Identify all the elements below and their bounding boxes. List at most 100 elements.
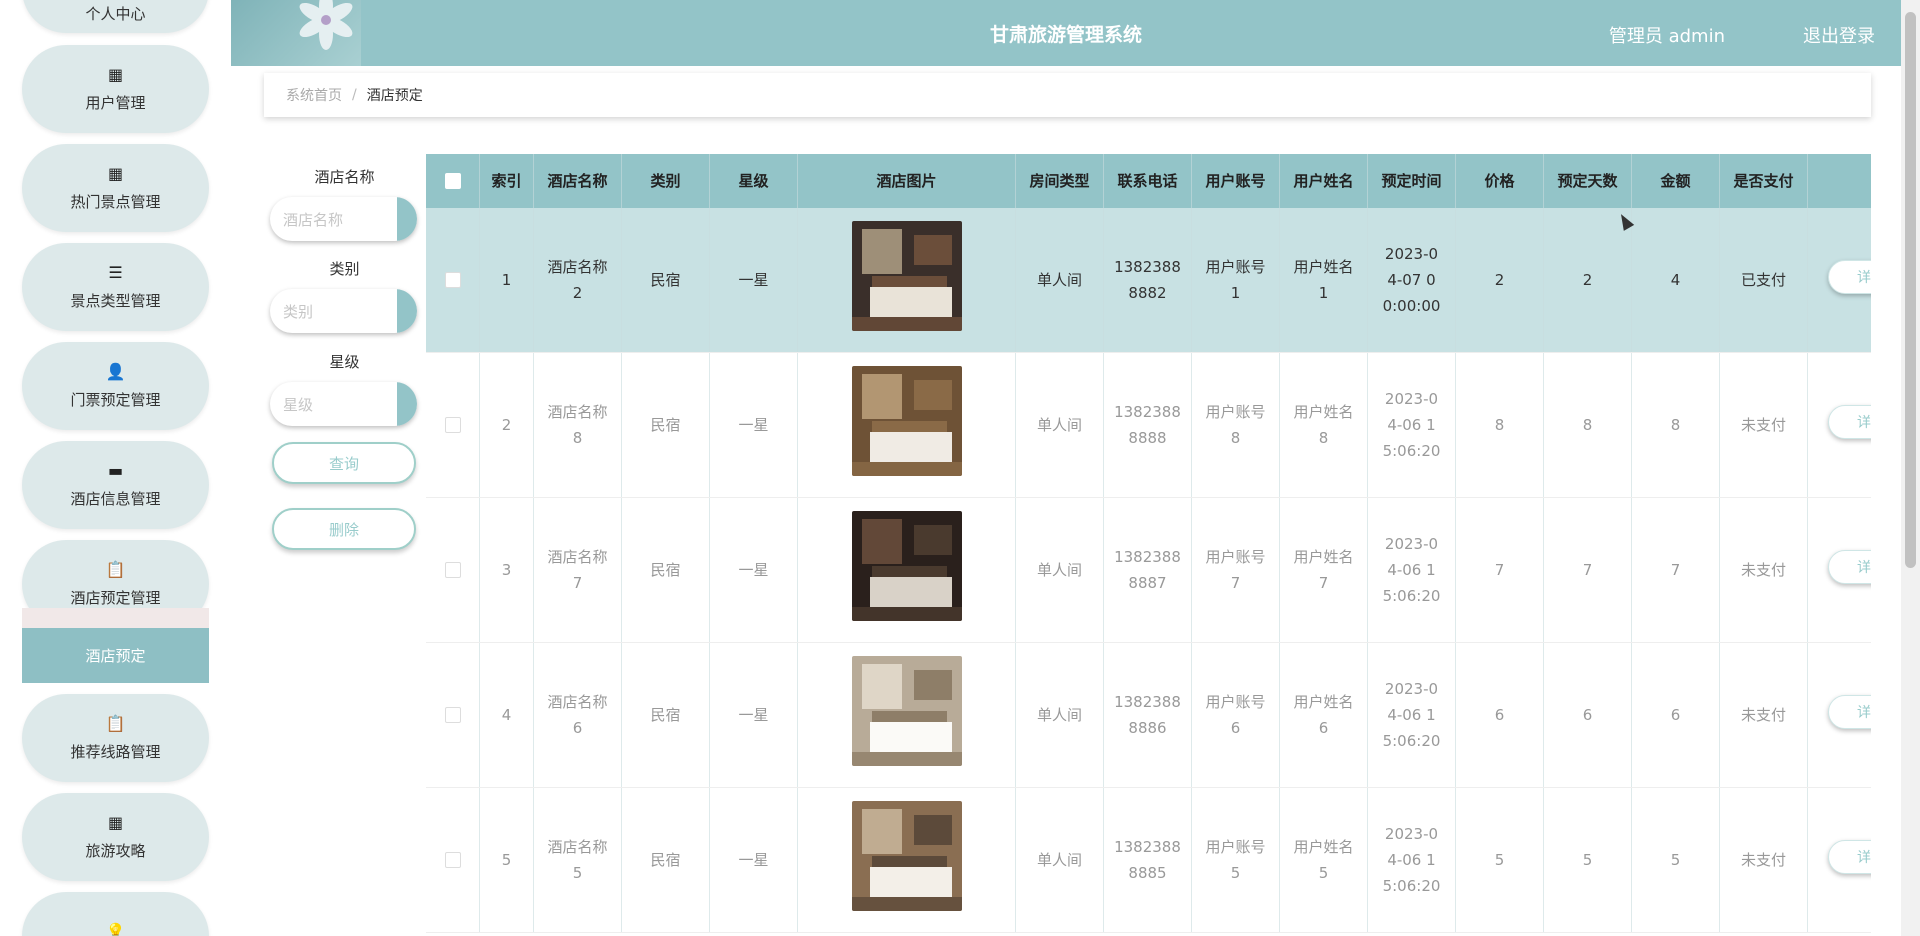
sidebar-subitem-hotel-booking[interactable]: 酒店预定 <box>22 628 209 683</box>
cell-type: 民宿 <box>622 208 710 352</box>
table-row[interactable]: 5 酒店名称5 民宿 一星 单人间 13823888885 用户账号5 用户姓名5 2023-… <box>426 788 1871 933</box>
row-checkbox[interactable] <box>444 562 461 578</box>
cell-index: 4 <box>480 643 534 787</box>
cell-star: 一星 <box>710 498 798 642</box>
hotel-photo[interactable] <box>851 366 962 484</box>
cell-type: 民宿 <box>622 643 710 787</box>
delete-button[interactable]: 删除 <box>272 508 416 550</box>
cell-type-text: 民宿 <box>650 561 681 579</box>
cell-hotel-text: 酒店名称7 <box>547 548 608 592</box>
cell-price: 2 <box>1456 208 1544 352</box>
input-accent-cap <box>397 197 417 241</box>
cell-star-text: 一星 <box>738 416 769 434</box>
sidebar-item[interactable]: ▦ 用户管理 <box>22 45 209 133</box>
column-header-actions <box>1808 154 1871 208</box>
table-row[interactable]: 1 酒店名称2 民宿 一星 单人间 13823888882 用户账号1 用户姓名1 2023-… <box>426 208 1871 353</box>
cell-account-text: 用户账号7 <box>1205 548 1266 592</box>
breadcrumb-current: 酒店预定 <box>366 88 423 104</box>
sidebar-item[interactable]: ▬ 酒店信息管理 <box>22 441 209 529</box>
cell-name: 用户姓名7 <box>1280 498 1368 642</box>
cell-star-text: 一星 <box>738 851 769 869</box>
hotel-photo[interactable] <box>851 221 962 339</box>
sidebar-item[interactable]: 👤 门票预定管理 <box>22 342 209 430</box>
hotel-photo[interactable] <box>851 801 962 919</box>
clipboard-x-icon: 📋 <box>105 559 126 579</box>
cell-days: 8 <box>1544 353 1632 497</box>
select-all-checkbox[interactable] <box>444 173 461 189</box>
cell-type-text: 民宿 <box>650 271 681 289</box>
cell-paid-text: 未支付 <box>1740 416 1786 434</box>
cell-star: 一星 <box>710 353 798 497</box>
row-checkbox[interactable] <box>444 272 461 288</box>
cell-index: 1 <box>480 208 534 352</box>
cell-paid: 未支付 <box>1720 643 1808 787</box>
row-checkbox[interactable] <box>444 852 461 868</box>
row-checkbox[interactable] <box>444 417 461 433</box>
logout-link[interactable]: 退出登录 <box>1803 22 1875 48</box>
cell-type: 民宿 <box>622 353 710 497</box>
detail-button[interactable]: 详 <box>1828 695 1871 729</box>
sidebar-item-profile[interactable]: 个人中心 <box>22 0 209 33</box>
detail-button[interactable]: 详 <box>1828 405 1871 439</box>
cell-amount: 7 <box>1632 498 1720 642</box>
column-header: 星级 <box>710 154 798 208</box>
row-select-cell <box>426 208 480 352</box>
hotel-photo[interactable] <box>851 511 962 629</box>
cell-index-text: 4 <box>501 706 512 724</box>
star-input-wrap <box>270 382 417 426</box>
grid-icon: ▦ <box>107 812 124 832</box>
detail-button[interactable]: 详 <box>1828 840 1871 874</box>
cell-index-text: 2 <box>501 416 512 434</box>
top-header: 甘肃旅游管理系统 管理员 admin 退出登录 <box>231 0 1901 66</box>
query-button[interactable]: 查询 <box>272 442 416 484</box>
cell-amount-text: 4 <box>1670 271 1681 289</box>
sidebar-item[interactable]: ▦ 旅游攻略 <box>22 793 209 881</box>
table-row[interactable]: 2 酒店名称8 民宿 一星 单人间 13823888888 用户账号8 用户姓名8 2023-… <box>426 353 1871 498</box>
star-input[interactable] <box>270 382 405 426</box>
row-checkbox[interactable] <box>444 707 461 723</box>
cell-index-text: 1 <box>501 271 512 289</box>
cell-time: 2023-04-06 15:06:20 <box>1368 643 1456 787</box>
cell-account-text: 用户账号8 <box>1205 403 1266 447</box>
column-header: 酒店名称 <box>534 154 622 208</box>
detail-button[interactable]: 详 <box>1828 550 1871 584</box>
row-select-cell <box>426 498 480 642</box>
cell-paid-text: 已支付 <box>1740 271 1786 289</box>
cell-price: 8 <box>1456 353 1544 497</box>
cell-time: 2023-04-07 00:00:00 <box>1368 208 1456 352</box>
table-row[interactable]: 4 酒店名称6 民宿 一星 单人间 13823888886 用户账号6 用户姓名6 2023-… <box>426 643 1871 788</box>
cell-price-text: 6 <box>1494 706 1505 724</box>
scrollbar-thumb[interactable] <box>1905 12 1916 568</box>
cell-amount-text: 5 <box>1670 851 1681 869</box>
sidebar-item-label: 推荐线路管理 <box>70 742 161 761</box>
sidebar-item-label: 热门景点管理 <box>70 192 161 211</box>
hotel-photo[interactable] <box>851 656 962 774</box>
table-row[interactable]: 3 酒店名称7 民宿 一星 单人间 13823888887 用户账号7 用户姓名7 2023-… <box>426 498 1871 643</box>
cell-account-text: 用户账号6 <box>1205 693 1266 737</box>
cell-star: 一星 <box>710 208 798 352</box>
cell-price-text: 7 <box>1494 561 1505 579</box>
cell-room-text: 单人间 <box>1036 561 1082 579</box>
cell-type: 民宿 <box>622 498 710 642</box>
sidebar-item[interactable]: ▦ 热门景点管理 <box>22 144 209 232</box>
hotel-photo-cell <box>798 498 1016 642</box>
detail-button[interactable]: 详 <box>1828 260 1871 294</box>
sidebar-item[interactable]: 💡 <box>22 892 209 936</box>
breadcrumb: 系统首页 / 酒店预定 <box>264 73 1871 117</box>
sidebar-item[interactable]: ☰ 景点类型管理 <box>22 243 209 331</box>
sidebar-item[interactable]: 📋 推荐线路管理 <box>22 694 209 782</box>
breadcrumb-home[interactable]: 系统首页 <box>286 85 342 105</box>
cell-paid: 未支付 <box>1720 498 1808 642</box>
hotel-name-input[interactable] <box>270 197 405 241</box>
cell-hotel-text: 酒店名称6 <box>547 693 608 737</box>
cell-phone: 13823888888 <box>1104 353 1192 497</box>
clipboard-check-icon: 📋 <box>105 713 126 733</box>
hotel-photo-cell <box>798 788 1016 932</box>
cell-days: 5 <box>1544 788 1632 932</box>
cell-days-text: 2 <box>1582 271 1593 289</box>
sidebar-item-label: 酒店信息管理 <box>70 489 161 508</box>
current-user: 管理员 admin <box>1608 26 1725 47</box>
user-icon: 👤 <box>105 361 126 381</box>
cell-days-text: 7 <box>1582 561 1593 579</box>
type-input[interactable] <box>270 289 405 333</box>
